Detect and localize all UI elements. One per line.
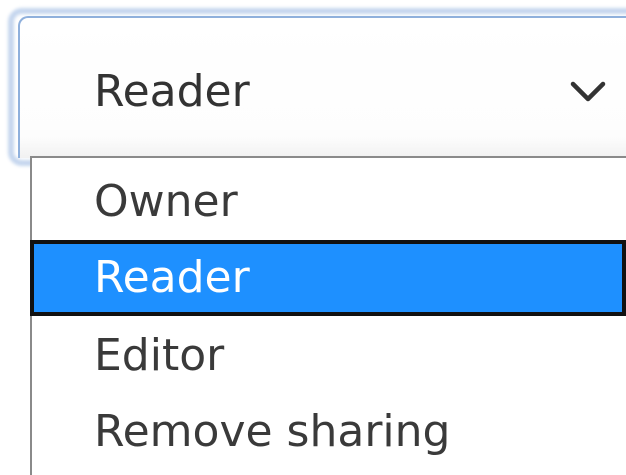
sharing-permission-select: Reader Owner Reader Editor Remove sharin… <box>0 0 626 475</box>
option-owner[interactable]: Owner <box>32 164 626 240</box>
option-remove-sharing[interactable]: Remove sharing <box>32 394 626 470</box>
permission-select[interactable]: Reader <box>18 16 626 158</box>
selected-permission-value: Reader <box>94 66 250 117</box>
option-reader[interactable]: Reader <box>30 240 626 316</box>
option-editor[interactable]: Editor <box>32 318 626 394</box>
chevron-down-icon[interactable] <box>568 76 608 106</box>
permission-options-list: Owner Reader Editor Remove sharing <box>30 156 626 475</box>
